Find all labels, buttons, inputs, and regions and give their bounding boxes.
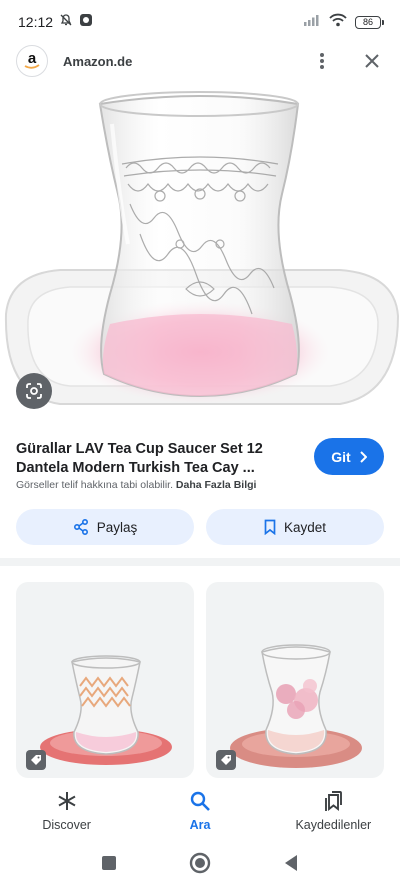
wifi-icon: [329, 13, 347, 32]
product-image[interactable]: [0, 84, 400, 424]
nav-saved-label: Kaydedilenler: [295, 818, 372, 832]
app-notification-icon: [79, 13, 93, 32]
close-icon[interactable]: [360, 49, 384, 73]
status-left: 12:12: [18, 13, 93, 32]
save-button[interactable]: Kaydet: [206, 509, 384, 545]
share-button[interactable]: Paylaş: [16, 509, 194, 545]
more-info-link[interactable]: Daha Fazla Bilgi: [176, 479, 257, 491]
tag-icon: [216, 750, 236, 770]
copyright-text: Görseller telif hakkına tabi olabilir.: [16, 479, 173, 491]
status-bar: 12:12 86: [0, 0, 400, 44]
result-title[interactable]: Gürallar LAV Tea Cup Saucer Set 12 Dante…: [16, 440, 296, 478]
nav-saved[interactable]: Kaydedilenler: [267, 782, 400, 840]
asterisk-icon: [58, 792, 76, 810]
header-actions: [310, 49, 384, 73]
related-image-card[interactable]: [16, 582, 194, 778]
copyright-notice: Görseller telif hakkına tabi olabilir. D…: [16, 479, 256, 491]
system-navigation-bar: [0, 842, 400, 888]
status-time: 12:12: [18, 14, 54, 30]
share-label: Paylaş: [96, 519, 138, 535]
tag-icon: [26, 750, 46, 770]
go-button[interactable]: Git: [314, 438, 384, 475]
back-icon[interactable]: [283, 854, 299, 877]
nav-search-label: Ara: [189, 818, 211, 832]
bookmark-icon: [264, 519, 276, 535]
mute-notifications-icon: [59, 13, 73, 32]
save-label: Kaydet: [283, 519, 327, 535]
section-divider: [0, 558, 400, 566]
amazon-logo-icon: a: [16, 45, 48, 77]
home-icon[interactable]: [189, 852, 211, 879]
nav-search[interactable]: Ara: [133, 782, 266, 840]
signal-icon: [303, 13, 321, 31]
nav-discover-label: Discover: [42, 818, 91, 832]
go-button-label: Git: [331, 448, 351, 465]
result-header: a Amazon.de: [0, 44, 400, 78]
more-options-icon[interactable]: [310, 49, 334, 73]
share-icon: [73, 519, 88, 535]
status-right: 86: [303, 13, 384, 32]
chevron-right-icon: [360, 450, 367, 463]
site-name[interactable]: Amazon.de: [63, 54, 132, 69]
nav-discover[interactable]: Discover: [0, 782, 133, 840]
battery-level: 86: [355, 15, 381, 29]
google-lens-button[interactable]: [16, 373, 52, 409]
recent-apps-icon[interactable]: [101, 855, 117, 876]
battery-icon: 86: [355, 15, 384, 29]
bottom-navigation: Discover Ara Kaydedilenler: [0, 782, 400, 840]
lens-icon: [26, 383, 42, 399]
logo-letter: a: [28, 50, 37, 67]
related-image-card[interactable]: [206, 582, 384, 778]
bookmarks-icon: [325, 791, 343, 811]
search-icon: [190, 791, 210, 811]
